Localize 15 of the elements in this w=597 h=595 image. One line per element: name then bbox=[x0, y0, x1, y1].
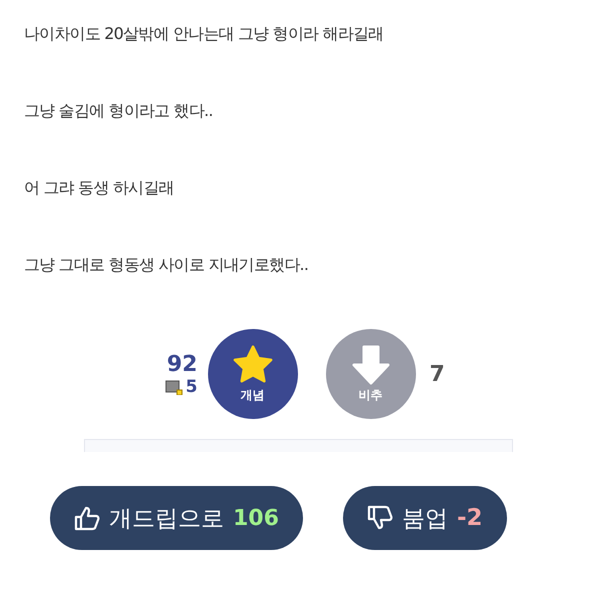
thumbs-down-icon bbox=[366, 505, 393, 531]
post-text: 그냥 그대로 형동생 사이로 지내기로했다.. bbox=[24, 255, 310, 274]
fixed-count: 5 bbox=[186, 376, 198, 396]
fixed-icon bbox=[164, 378, 183, 394]
post-text: 나이차이도 20살밖에 안나는대 그냥 형이라 해라길래 bbox=[24, 24, 384, 43]
star-icon bbox=[232, 344, 274, 384]
downvote-count: 7 bbox=[430, 362, 446, 386]
upvote-button[interactable]: 개념 bbox=[208, 329, 298, 419]
downvote-button[interactable]: 붐업 -2 bbox=[342, 486, 506, 550]
post-text: 어 그랴 동생 하시길래 bbox=[24, 178, 175, 197]
recommend-button[interactable]: 개드립으로 106 bbox=[50, 486, 303, 550]
upvote-count: 92 bbox=[166, 352, 198, 376]
post-text: 그냥 술김에 형이라고 했다.. bbox=[24, 101, 214, 120]
down-arrow-icon bbox=[352, 344, 390, 384]
thumbs-up-icon bbox=[74, 505, 100, 531]
